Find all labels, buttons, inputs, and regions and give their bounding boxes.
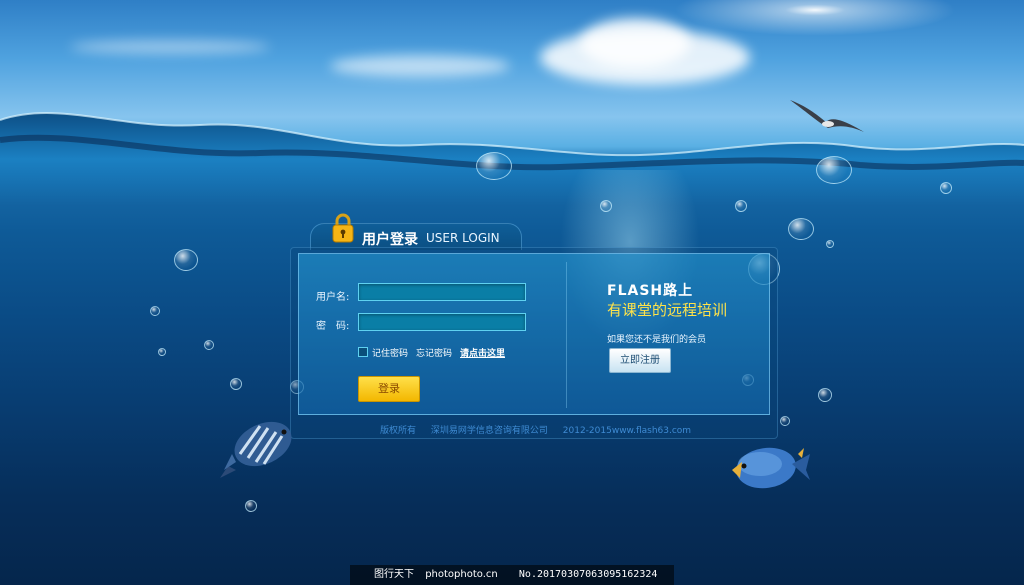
footer-company: 深圳易网学信息咨询有限公司 (430, 426, 548, 436)
bubble (158, 348, 166, 356)
cloud (70, 40, 270, 54)
footer: 版权所有 深圳易网学信息咨询有限公司 2012-2015www.flash63.… (380, 423, 703, 436)
bubble (735, 200, 747, 212)
bubble (816, 156, 852, 184)
bubble (230, 378, 242, 390)
bubble (780, 416, 790, 426)
forgot-password-label: 忘记密码 (416, 349, 453, 359)
bubble (476, 152, 512, 180)
blue-fish-icon (732, 447, 810, 489)
watermark-url: photophoto.cn (425, 569, 498, 580)
seagull-icon (790, 100, 864, 132)
login-button[interactable]: 登录 (358, 376, 420, 402)
bubble (245, 500, 257, 512)
bubble (150, 306, 160, 316)
register-button[interactable]: 立即注册 (609, 348, 671, 373)
bubble (174, 249, 198, 271)
watermark-site: 图行天下 (374, 569, 414, 580)
password-label: 密 码: (316, 321, 350, 332)
brand-name: FLASH路上 (607, 283, 694, 299)
forgot-password-link[interactable]: 请点击这里 (460, 346, 505, 359)
water-surface (0, 112, 1024, 205)
slogan: 有课堂的远程培训 (607, 301, 728, 319)
username-input[interactable] (358, 283, 526, 301)
register-prompt: 如果您还不是我们的会员 (607, 335, 707, 345)
bubble (940, 182, 952, 194)
remember-checkbox[interactable] (358, 347, 368, 357)
bubble (818, 388, 832, 402)
login-title: 用户登录 (362, 232, 418, 248)
padlock-icon (332, 213, 354, 243)
watermark-bar: 图行天下 photophoto.cn No.201703070630951623… (350, 565, 674, 585)
bubble (788, 218, 814, 240)
cloud (330, 55, 510, 77)
login-subtitle: USER LOGIN (426, 231, 500, 245)
striped-fish-icon (220, 421, 292, 478)
password-input[interactable] (358, 313, 526, 331)
remember-label[interactable]: 记住密码 (372, 346, 408, 359)
username-label: 用户名: (316, 292, 350, 303)
watermark-id: No.20170307063095162324 (518, 569, 658, 580)
panel-divider (566, 262, 567, 408)
cloud (580, 18, 690, 68)
bubble (600, 200, 612, 212)
footer-site: 2012-2015www.flash63.com (562, 426, 692, 436)
bubble (204, 340, 214, 350)
bubble (826, 240, 834, 248)
footer-copyright: 版权所有 (380, 426, 417, 436)
